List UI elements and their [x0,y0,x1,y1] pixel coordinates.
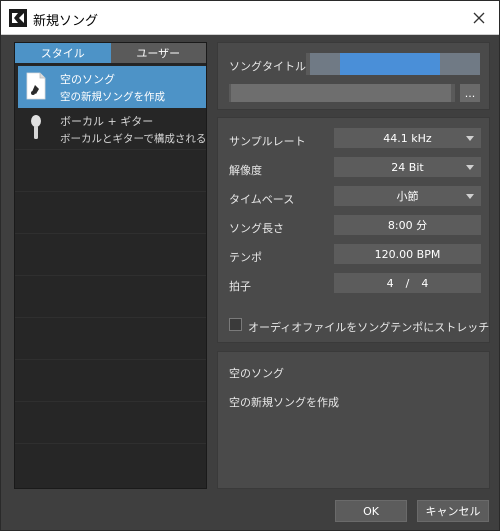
stretch-label: オーディオファイルをソングテンポにストレッチ [248,321,490,334]
list-divider [15,401,206,402]
song-length-label: ソング長さ [229,222,284,235]
title-bar: 新規ソング [1,1,499,35]
list-divider [15,275,206,276]
description-panel: 空のソング 空の新規ソングを作成 [217,351,490,489]
item-title: ボーカル + ギター [60,115,154,128]
item-subtitle: ボーカルとギターで構成されるソング [60,133,206,145]
tempo-input[interactable]: 120.00 BPM [334,244,481,264]
time-signature-separator: / [405,276,410,290]
microphone-icon [31,115,41,139]
browse-button[interactable]: ... [460,84,480,102]
style-list[interactable]: 空のソング 空の新規ソングを作成 ボーカル + ギター ボーカルとギターで構成さ… [15,65,206,488]
tab-styles[interactable]: スタイル [15,43,111,63]
list-divider [15,443,206,444]
tab-user[interactable]: ユーザー [110,43,206,63]
time-signature-numerator[interactable]: 4 [387,277,394,290]
list-divider [15,233,206,234]
time-signature-input[interactable]: 4 / 4 [334,273,481,293]
timebase-select[interactable]: 小節 [334,186,481,206]
song-settings-panel: サンプルレート 44.1 kHz 解像度 24 Bit タイムベース 小節 ソン… [217,117,490,343]
item-subtitle: 空の新規ソングを作成 [60,91,165,103]
song-title-input[interactable] [306,53,480,75]
document-note-icon [26,72,46,100]
new-song-dialog: 新規ソング スタイル ユーザー 空のソング 空の新規ソングを作成 ボーカル + … [0,0,500,531]
app-logo-icon [9,9,27,27]
bit-depth-label: 解像度 [229,164,262,177]
tempo-label: テンポ [229,251,262,264]
list-item-empty-song[interactable]: 空のソング 空の新規ソングを作成 [18,66,206,108]
window-title: 新規ソング [33,14,99,29]
sample-rate-select[interactable]: 44.1 kHz [334,128,481,148]
timebase-label: タイムベース [229,193,295,206]
time-signature-label: 拍子 [229,280,251,293]
style-browser: スタイル ユーザー 空のソング 空の新規ソングを作成 ボーカル + ギター ボー… [14,42,207,489]
ok-button[interactable]: OK [335,500,407,522]
item-title: 空のソング [60,73,115,86]
style-tabs: スタイル ユーザー [15,43,206,63]
description-text: 空の新規ソングを作成 [229,396,339,409]
description-title: 空のソング [229,367,284,380]
song-length-input[interactable]: 8:00 分 [334,215,481,235]
close-icon [473,12,485,24]
song-info-panel: ソングタイトル ... [217,42,490,110]
sample-rate-label: サンプルレート [229,135,306,148]
song-path-field[interactable] [229,84,455,102]
stretch-checkbox[interactable] [229,318,242,331]
cancel-button[interactable]: キャンセル [417,500,489,522]
bit-depth-select[interactable]: 24 Bit [334,157,481,177]
list-divider [15,359,206,360]
list-item-vocal-guitar[interactable]: ボーカル + ギター ボーカルとギターで構成されるソング [18,108,206,150]
time-signature-denominator[interactable]: 4 [421,277,428,290]
song-title-label: ソングタイトル [229,60,306,73]
list-divider [15,191,206,192]
close-button[interactable] [465,5,493,31]
list-divider [15,317,206,318]
